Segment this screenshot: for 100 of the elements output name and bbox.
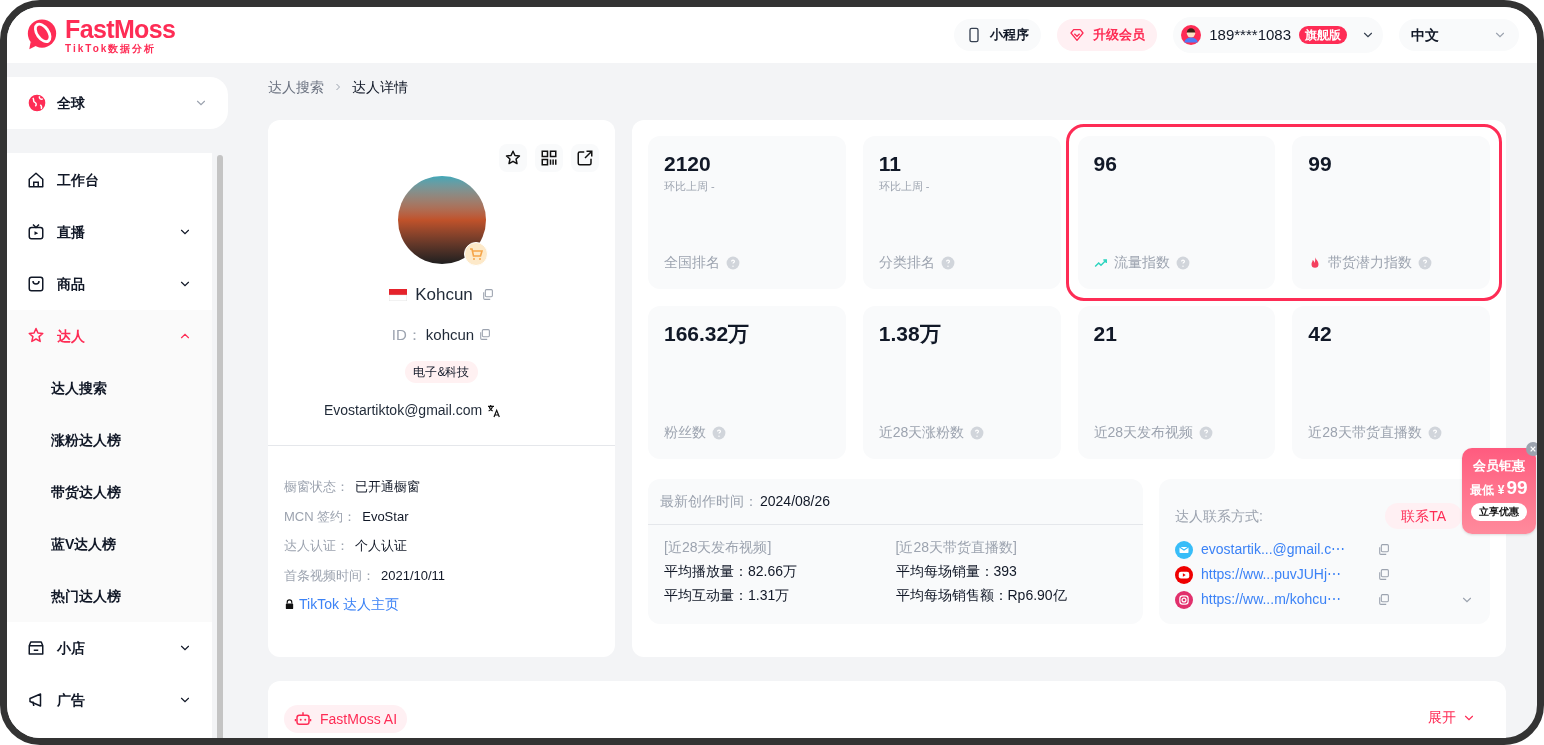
indonesia-flag-icon [389, 288, 408, 301]
camera-icon [1175, 590, 1193, 609]
help-icon [1418, 255, 1433, 270]
stat-value: 166.32万 [664, 321, 751, 347]
detail-label: 首条视频时间： [284, 566, 375, 585]
share-button[interactable] [571, 144, 599, 172]
stat-value: 11 [878, 151, 902, 177]
stat-value: 2120 [664, 151, 712, 177]
copy-icon[interactable] [478, 328, 492, 342]
logo-text: FastMoss [65, 16, 176, 42]
account-menu[interactable]: 189****1083 旗舰版 [1173, 17, 1383, 53]
stat-label: 近28天发布视频 [1093, 423, 1194, 442]
sidebar-item[interactable]: 达人 [7, 310, 212, 362]
detail-label: MCN 签约： [284, 507, 357, 526]
sidebar-item[interactable]: 直播 [7, 206, 212, 258]
favorite-button[interactable] [499, 144, 527, 172]
stat-label: 粉丝数 [664, 423, 706, 442]
latest-date: 2024/08/26 [760, 492, 831, 511]
help-icon [940, 255, 955, 270]
close-icon[interactable] [1526, 442, 1537, 456]
contact-link[interactable]: https://ww...puvJUHj⋯ [1201, 564, 1369, 585]
sidebar-item[interactable]: 工作台 [7, 154, 212, 206]
summary-line: 平均每场销量：393 [895, 562, 1018, 581]
submenu-item[interactable]: 带货达人榜 [7, 466, 212, 518]
price-label: 最低 ¥ [1470, 482, 1505, 499]
stat-label: 全国排名 [664, 253, 720, 272]
language-select[interactable]: 中文 [1399, 19, 1519, 51]
cart-icon [463, 242, 488, 266]
copy-icon[interactable] [1377, 568, 1390, 581]
id-label: ID： [391, 324, 422, 345]
sidebar-item[interactable]: 小店 [7, 622, 212, 674]
section-heading: [近28天带货直播数] [895, 538, 1018, 557]
stat-value: 96 [1093, 151, 1118, 177]
bag-icon [27, 275, 45, 293]
tv-icon [27, 223, 45, 241]
section-heading: [近28天发布视频] [664, 538, 773, 557]
creator-id: kohcun [425, 324, 475, 345]
stat-label: 近28天带货直播数 [1308, 423, 1422, 442]
help-icon [1175, 255, 1190, 270]
detail-label: 橱窗状态： [284, 478, 349, 496]
copy-icon[interactable] [480, 288, 494, 302]
expand-button[interactable]: 展开 [1428, 707, 1476, 728]
submenu-item[interactable]: 涨粉达人榜 [7, 414, 212, 466]
detail-value: 个人认证 [355, 537, 407, 555]
stat-label: 近28天涨粉数 [878, 423, 965, 442]
user-avatar-icon [1181, 25, 1202, 45]
stat-label: 带货潜力指数 [1328, 253, 1413, 272]
stat-compare: 环比上周 - [878, 179, 931, 194]
summary-line: 平均每场销售额：Rp6.90亿 [895, 586, 1068, 605]
store-icon [27, 639, 45, 657]
submenu-item[interactable]: 达人搜索 [7, 362, 212, 414]
help-icon [726, 255, 740, 270]
price-value: 99 [1506, 477, 1528, 499]
promo-button[interactable]: 立享优惠 [1471, 503, 1527, 521]
help-icon [1199, 425, 1214, 440]
creator-name: Kohcun [415, 284, 473, 306]
detail-value: 已开通橱窗 [355, 478, 420, 496]
account-number: 189****1083 [1209, 24, 1291, 45]
email-text: Evostartiktok@gmail.com [324, 401, 483, 420]
robot-icon [294, 710, 312, 728]
sidebar-item[interactable]: 广告 [7, 674, 212, 726]
stat-compare: 环比上周 - [664, 179, 716, 194]
star-icon [27, 327, 45, 345]
help-icon [712, 425, 726, 440]
mail-icon [1175, 540, 1193, 559]
play-icon [1175, 565, 1193, 584]
contact-link[interactable]: https://ww...m/kohcu⋯ [1201, 589, 1369, 610]
detail-value: 2021/10/11 [381, 566, 446, 585]
diamond-icon [1069, 27, 1086, 43]
submenu-item[interactable]: 热门达人榜 [7, 570, 212, 622]
detail-value: EvoStar [362, 507, 409, 526]
plan-badge: 旗舰版 [1299, 26, 1347, 44]
latest-label: 最新创作时间： [660, 492, 758, 511]
lock-icon [284, 599, 295, 610]
summary-line: 平均互动量：1.31万 [664, 586, 791, 605]
stat-label: 流量指数 [1113, 253, 1170, 272]
breadcrumb-current: 达人详情 [352, 77, 408, 97]
stat-value: 1.38万 [878, 321, 942, 347]
help-icon [1427, 425, 1442, 440]
promo-title: 会员钜惠 [1473, 458, 1525, 474]
contact-label: 达人联系方式: [1175, 506, 1263, 526]
sidebar-item[interactable]: 商品 [7, 258, 212, 310]
translate-icon[interactable] [486, 402, 503, 419]
detail-label: 达人认证： [284, 537, 349, 555]
home-icon [27, 171, 45, 189]
summary-line: 平均播放量：82.66万 [664, 562, 799, 581]
submenu-item[interactable]: 蓝V达人榜 [7, 518, 212, 570]
copy-icon[interactable] [1377, 543, 1390, 556]
qr-code-button[interactable] [535, 144, 563, 172]
stat-value: 42 [1308, 321, 1333, 347]
mini-program-button[interactable]: 小程序 [954, 19, 1042, 51]
external-link-icon [576, 149, 594, 167]
region-select[interactable]: 全球 [7, 77, 228, 129]
breadcrumb-link[interactable]: 达人搜索 [268, 76, 324, 98]
contact-link[interactable]: evostartik...@gmail.c⋯ [1201, 539, 1369, 560]
stat-value: 21 [1093, 321, 1118, 347]
help-icon [970, 425, 985, 440]
tiktok-profile-link[interactable]: TikTok 达人主页 [268, 594, 615, 615]
stat-label: 分类排名 [878, 253, 935, 272]
copy-icon[interactable] [1377, 593, 1390, 606]
